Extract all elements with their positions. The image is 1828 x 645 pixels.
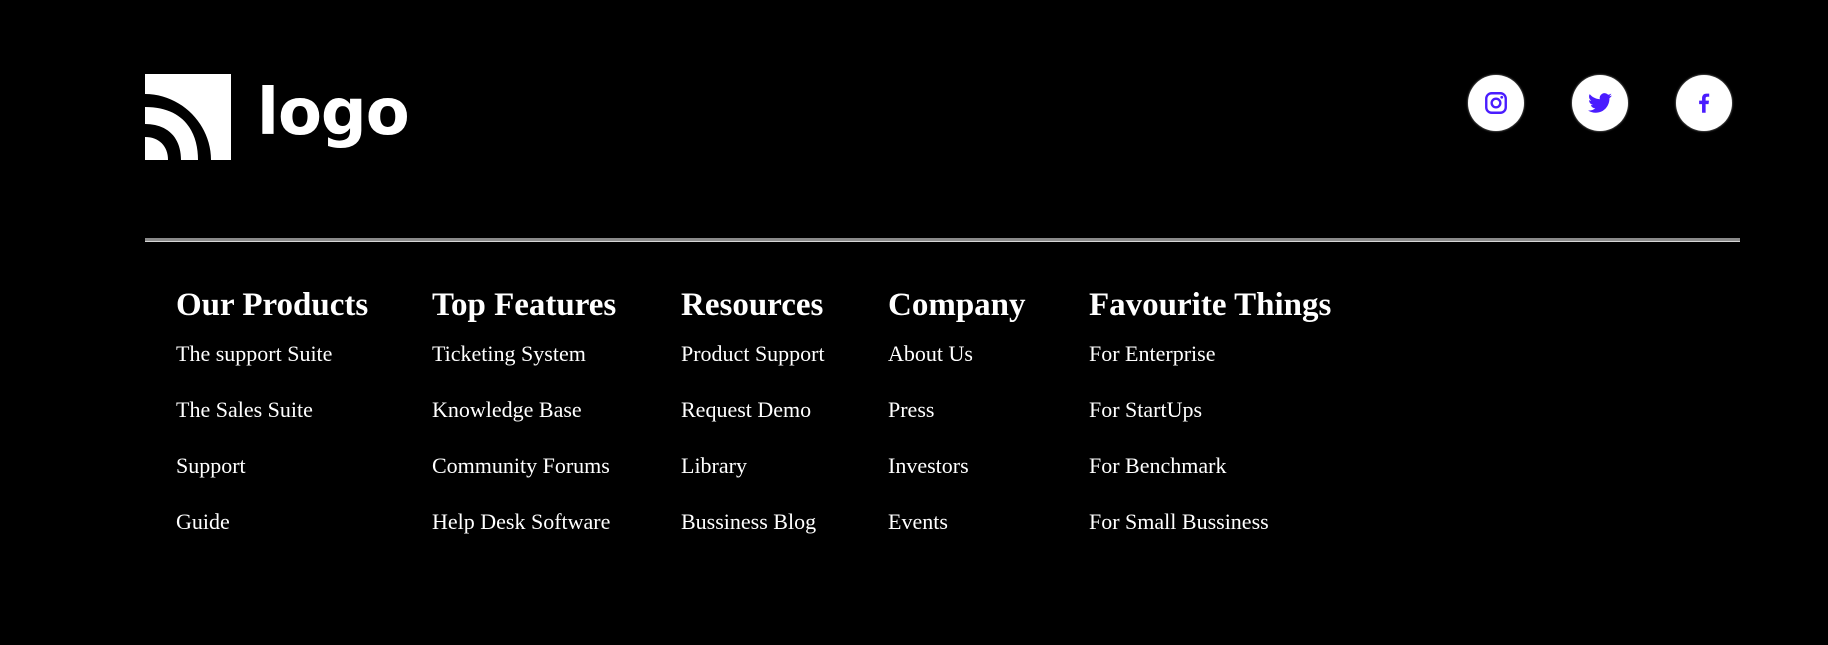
facebook-icon xyxy=(1699,93,1710,113)
footer-link[interactable]: Community Forums xyxy=(432,453,616,509)
footer-column-company: Company About Us Press Investors Events xyxy=(888,285,1026,565)
footer-column-top-features: Top Features Ticketing System Knowledge … xyxy=(432,285,616,565)
footer-link[interactable]: For Enterprise xyxy=(1089,341,1331,397)
rss-waves-icon xyxy=(145,74,231,160)
logo-text: logo xyxy=(257,76,410,150)
footer-link[interactable]: Investors xyxy=(888,453,1026,509)
column-heading: Our Products xyxy=(176,287,369,323)
twitter-button[interactable] xyxy=(1572,75,1628,131)
footer-link[interactable]: Bussiness Blog xyxy=(681,509,825,565)
footer-link[interactable]: For Small Bussiness xyxy=(1089,509,1331,565)
column-heading: Resources xyxy=(681,287,824,323)
footer-column-favourite-things: Favourite Things For Enterprise For Star… xyxy=(1089,285,1331,565)
footer-link[interactable]: Events xyxy=(888,509,1026,565)
instagram-button[interactable] xyxy=(1468,75,1524,131)
footer-link[interactable]: For StartUps xyxy=(1089,397,1331,453)
footer-link[interactable]: Knowledge Base xyxy=(432,397,616,453)
footer-link[interactable]: Support xyxy=(176,453,368,509)
footer-link[interactable]: Guide xyxy=(176,509,368,565)
footer-link[interactable]: About Us xyxy=(888,341,1026,397)
logo-link[interactable]: logo xyxy=(145,74,410,160)
column-heading: Top Features xyxy=(432,287,617,323)
footer-link[interactable]: Ticketing System xyxy=(432,341,616,397)
facebook-button[interactable] xyxy=(1676,75,1732,131)
footer-link[interactable]: Help Desk Software xyxy=(432,509,616,565)
footer-link[interactable]: Product Support xyxy=(681,341,825,397)
footer-link[interactable]: For Benchmark xyxy=(1089,453,1331,509)
column-heading: Favourite Things xyxy=(1089,287,1332,323)
footer-column-resources: Resources Product Support Request Demo L… xyxy=(681,285,825,565)
column-heading: Company xyxy=(888,287,1026,323)
footer-link[interactable]: The Sales Suite xyxy=(176,397,368,453)
footer-column-our-products: Our Products The support Suite The Sales… xyxy=(176,285,368,565)
footer-link[interactable]: The support Suite xyxy=(176,341,368,397)
footer-link[interactable]: Request Demo xyxy=(681,397,825,453)
twitter-icon xyxy=(1588,93,1612,113)
instagram-icon xyxy=(1485,92,1507,114)
footer-link[interactable]: Press xyxy=(888,397,1026,453)
footer-divider xyxy=(145,238,1740,242)
footer-link[interactable]: Library xyxy=(681,453,825,509)
